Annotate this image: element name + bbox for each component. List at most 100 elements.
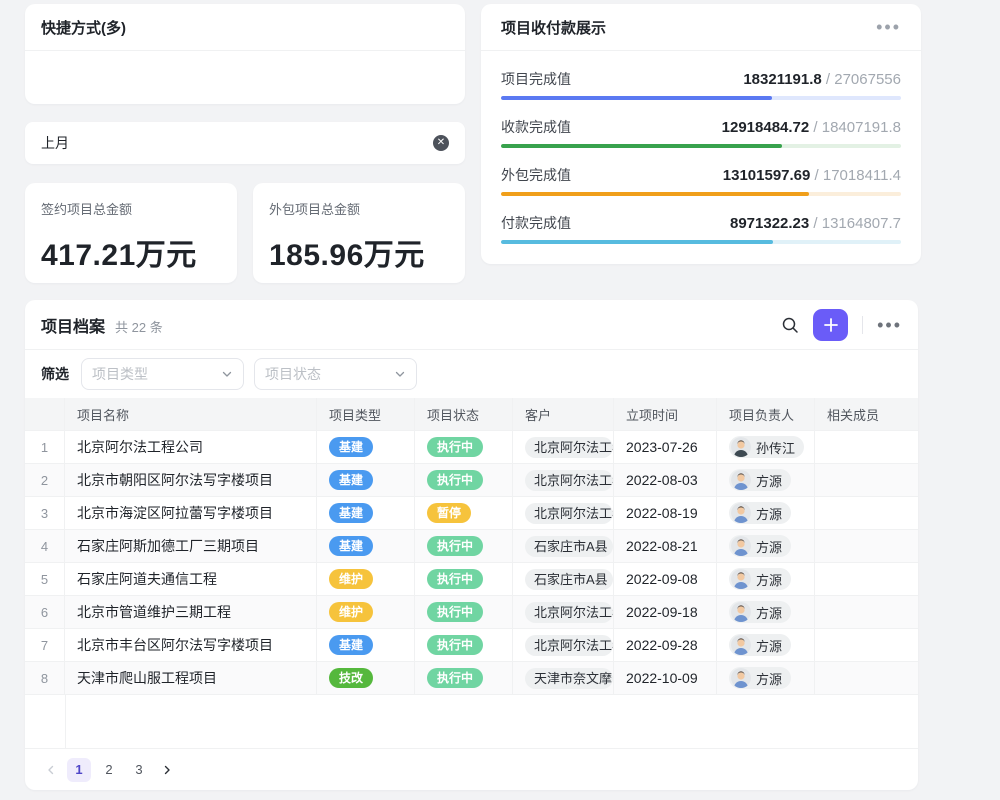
progress-value: 8971322.23 [730,215,809,232]
cell-project-name[interactable]: 北京市丰台区阿尔法写字楼项目 [65,629,317,662]
chevron-down-icon [221,368,233,380]
cell-owner: 方源 [717,530,815,563]
owner-chip: 方源 [729,601,791,623]
cell-project-name[interactable]: 北京阿尔法工程公司 [65,431,317,464]
avatar [731,635,751,655]
cell-project-status: 执行中 [415,596,513,629]
cell-project-name[interactable]: 天津市爬山服工程项目 [65,662,317,695]
cell-customer: 北京阿尔法工程公司 [513,629,614,662]
cell-project-type: 技改 [317,662,415,695]
customer-tag: 北京阿尔法工程公司 [525,635,613,656]
chevron-left-icon[interactable] [41,758,61,782]
table-row[interactable]: 6 北京市管道维护三期工程 维护 执行中 北京阿尔法工程公司 2022-09-1… [25,596,918,629]
filter-row: 筛选 项目类型 项目状态 [25,350,918,398]
table-row[interactable]: 5 石家庄阿道夫通信工程 维护 执行中 石家庄市A县 2022-09-08 方源 [25,563,918,596]
progress-label: 付款完成值 [501,213,571,233]
cell-start-date: 2022-09-28 [614,629,717,662]
table-row[interactable]: 8 天津市爬山服工程项目 技改 执行中 天津市奈文摩 2022-10-09 方源 [25,662,918,695]
cell-start-date: 2022-08-03 [614,464,717,497]
table-row[interactable]: 4 石家庄阿斯加德工厂三期项目 基建 执行中 石家庄市A县 2022-08-21… [25,530,918,563]
owner-chip: 方源 [729,502,791,524]
cell-members [815,530,918,563]
cell-project-name[interactable]: 石家庄阿道夫通信工程 [65,563,317,596]
progress-item: 付款完成值 8971322.23 / 13164807.7 [501,213,901,244]
status-pill: 执行中 [427,470,483,490]
status-pill: 执行中 [427,668,483,688]
owner-name: 孙传江 [756,438,795,457]
progress-track [501,240,901,244]
progress-label: 项目完成值 [501,69,571,89]
cell-owner: 方源 [717,497,815,530]
table-record-count: 共 22 条 [115,317,163,336]
progress-fill [501,144,782,148]
cell-project-status: 执行中 [415,629,513,662]
cell-start-date: 2023-07-26 [614,431,717,464]
cell-project-type: 基建 [317,431,415,464]
page-button-3[interactable]: 3 [127,758,151,782]
cell-project-type: 基建 [317,530,415,563]
search-icon[interactable] [781,316,799,334]
close-circle-icon[interactable]: ✕ [433,135,449,151]
owner-chip: 方源 [729,535,791,557]
table-header: 项目档案 共 22 条 ••• [25,300,918,350]
ellipsis-icon[interactable]: ••• [876,22,901,32]
ellipsis-icon[interactable]: ••• [877,320,902,330]
plus-icon [824,318,838,332]
page-button-2[interactable]: 2 [97,758,121,782]
column-header: 项目状态 [415,398,513,431]
cell-project-name[interactable]: 北京市海淀区阿拉蕾写字楼项目 [65,497,317,530]
cell-project-name[interactable]: 石家庄阿斯加德工厂三期项目 [65,530,317,563]
progress-item: 收款完成值 12918484.72 / 18407191.8 [501,117,901,148]
avatar [731,470,751,490]
owner-name: 方源 [756,471,782,490]
cell-project-name[interactable]: 北京市管道维护三期工程 [65,596,317,629]
table-body: 1 北京阿尔法工程公司 基建 执行中 北京阿尔法工程公司 2023-07-26 … [25,431,918,695]
cell-start-date: 2022-08-19 [614,497,717,530]
owner-chip: 方源 [729,667,791,689]
cell-members [815,596,918,629]
chevron-right-icon[interactable] [157,758,177,782]
row-index: 1 [25,431,65,464]
column-header: 客户 [513,398,614,431]
avatar [731,602,751,622]
cell-owner: 方源 [717,464,815,497]
status-pill: 执行中 [427,569,483,589]
cell-project-name[interactable]: 北京市朝阳区阿尔法写字楼项目 [65,464,317,497]
table-row[interactable]: 1 北京阿尔法工程公司 基建 执行中 北京阿尔法工程公司 2023-07-26 … [25,431,918,464]
status-pill: 暂停 [427,503,471,523]
progress-track [501,96,901,100]
table-row[interactable]: 2 北京市朝阳区阿尔法写字楼项目 基建 执行中 北京阿尔法工程公司 2022-0… [25,464,918,497]
table-row[interactable]: 7 北京市丰台区阿尔法写字楼项目 基建 执行中 北京阿尔法工程公司 2022-0… [25,629,918,662]
cell-project-type: 基建 [317,629,415,662]
owner-chip: 孙传江 [729,436,804,458]
cell-members [815,497,918,530]
month-filter-card[interactable]: 上月 ✕ [25,122,465,164]
row-index: 7 [25,629,65,662]
cell-start-date: 2022-10-09 [614,662,717,695]
type-pill: 基建 [329,635,373,655]
filter-project-status[interactable]: 项目状态 [254,358,417,390]
add-record-button[interactable] [813,309,848,341]
progress-label: 外包完成值 [501,165,571,185]
owner-chip: 方源 [729,469,791,491]
owner-name: 方源 [756,504,782,523]
filter-project-type[interactable]: 项目类型 [81,358,244,390]
shortcut-card: 快捷方式(多) [25,4,465,104]
cell-owner: 孙传江 [717,431,815,464]
shortcut-card-header: 快捷方式(多) [25,4,465,51]
cell-project-status: 执行中 [415,530,513,563]
customer-tag: 北京阿尔法工程公司 [525,470,613,491]
pagination: 123 [25,748,918,790]
page-button-1[interactable]: 1 [67,758,91,782]
owner-name: 方源 [756,570,782,589]
progress-fill [501,192,809,196]
table-row[interactable]: 3 北京市海淀区阿拉蕾写字楼项目 基建 暂停 北京阿尔法工程公司 2022-08… [25,497,918,530]
column-header: 相关成员 [815,398,918,431]
progress-total: / 13164807.7 [809,215,901,232]
cell-project-type: 基建 [317,464,415,497]
row-index: 2 [25,464,65,497]
table-title: 项目档案 [41,313,105,337]
owner-name: 方源 [756,603,782,622]
type-pill: 基建 [329,536,373,556]
cell-project-type: 基建 [317,497,415,530]
